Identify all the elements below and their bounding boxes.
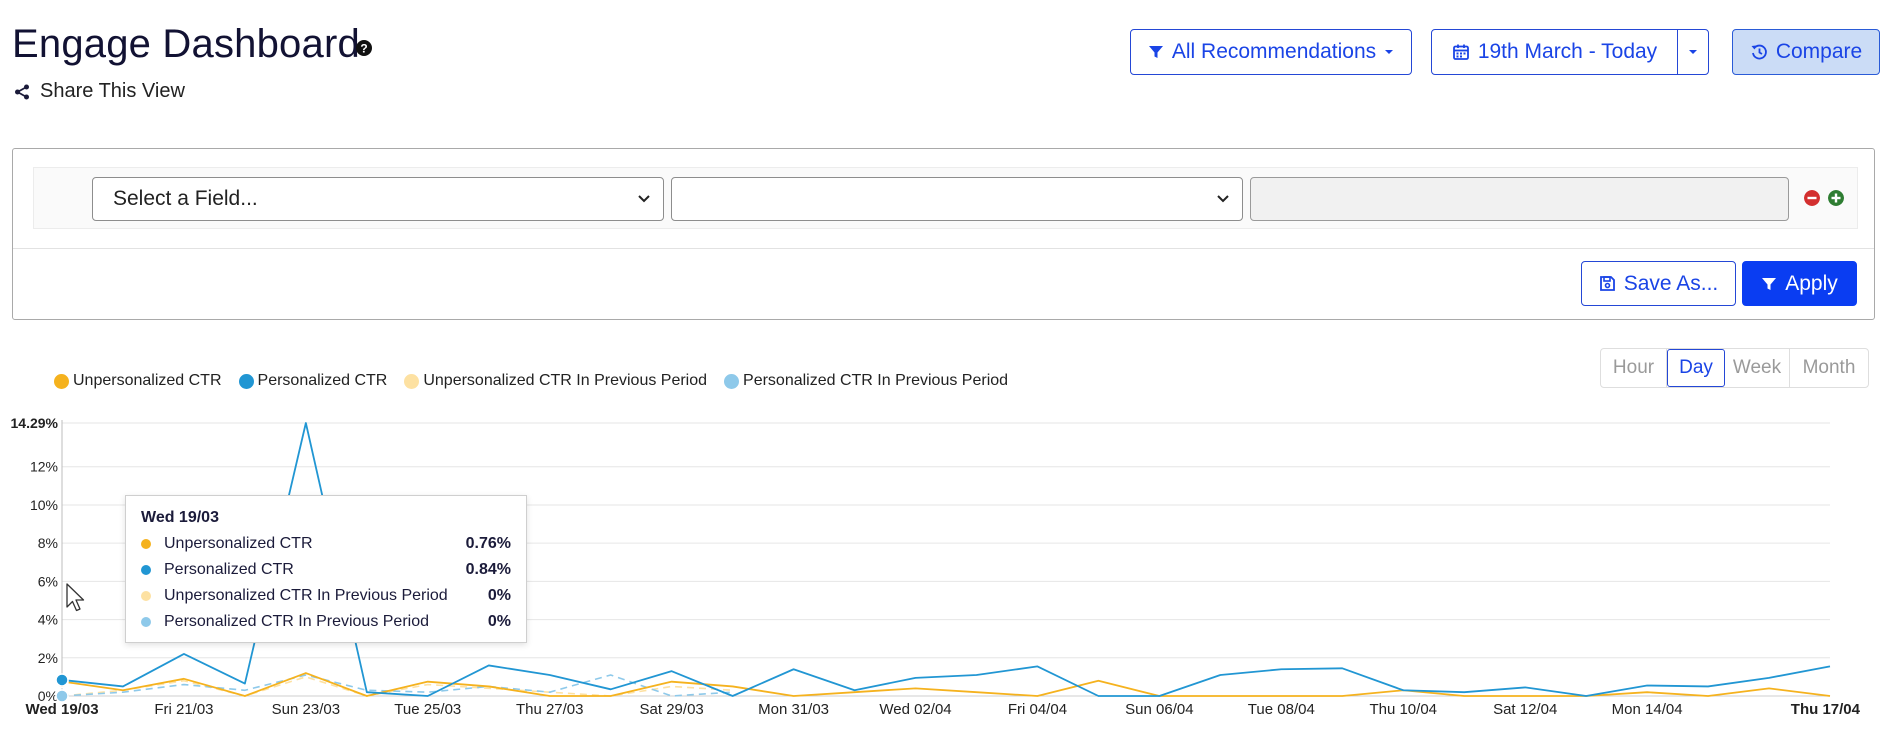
legend-item-unpersonalized-ctr[interactable]: Unpersonalized CTR xyxy=(54,372,222,390)
mouse-cursor-icon xyxy=(66,583,85,612)
date-range-button[interactable]: 19th March - Today xyxy=(1431,29,1678,75)
tooltip-dot xyxy=(141,565,151,575)
legend-label: Unpersonalized CTR In Previous Period xyxy=(423,372,708,389)
apply-label: Apply xyxy=(1785,271,1838,295)
tooltip-label: Unpersonalized CTR xyxy=(164,535,313,552)
caret-down-icon xyxy=(1689,50,1697,54)
x-tick-label: Sat 29/03 xyxy=(640,701,704,718)
y-tick-label: 4% xyxy=(38,612,58,628)
tooltip-title: Wed 19/03 xyxy=(141,509,219,526)
field-select[interactable]: Select a Field... xyxy=(92,177,664,221)
tooltip-dot xyxy=(141,539,151,549)
tooltip-value: 0% xyxy=(487,587,511,604)
chevron-down-icon xyxy=(1217,195,1229,203)
share-view-link[interactable]: Share This View xyxy=(14,80,185,103)
svg-text:?: ? xyxy=(360,42,367,56)
chart-legend: Unpersonalized CTR Personalized CTR Unpe… xyxy=(54,372,1008,390)
x-tick-label: Thu 17/04 xyxy=(1791,701,1861,718)
y-tick-label: 6% xyxy=(38,573,58,589)
x-tick-label: Thu 27/03 xyxy=(516,701,584,718)
x-tick-label: Fri 21/03 xyxy=(154,701,213,718)
compare-label: Compare xyxy=(1775,40,1863,63)
share-icon xyxy=(15,84,29,99)
filter-divider xyxy=(13,248,1874,249)
legend-dot xyxy=(404,373,420,389)
tooltip-value: 0.84% xyxy=(465,561,511,578)
x-tick-label: Tue 25/03 xyxy=(394,701,461,718)
tooltip-row: Unpersonalized CTR 0.76% xyxy=(141,534,511,554)
date-range-label: 19th March - Today xyxy=(1477,40,1658,63)
caret-down-icon xyxy=(1385,50,1394,54)
save-as-button[interactable]: Save As... xyxy=(1581,261,1736,306)
x-tick-label: Thu 10/04 xyxy=(1369,701,1437,718)
tooltip-row: Personalized CTR 0.84% xyxy=(141,560,511,580)
filter-panel: Select a Field... Save As... Apply xyxy=(12,148,1875,320)
period-month[interactable]: Month xyxy=(1790,349,1868,387)
tooltip-row: Personalized CTR In Previous Period 0% xyxy=(141,612,511,632)
x-tick-label: Tue 08/04 xyxy=(1248,701,1315,718)
tooltip-value: 0.76% xyxy=(465,535,511,552)
period-selector: Hour Day Week Month xyxy=(1600,348,1869,388)
tooltip-row: Unpersonalized CTR In Previous Period 0% xyxy=(141,586,511,606)
legend-item-personalized-ctr-previous[interactable]: Personalized CTR In Previous Period xyxy=(724,372,1008,390)
date-range-dropdown-toggle[interactable] xyxy=(1677,29,1709,75)
y-tick-label: 2% xyxy=(38,650,58,666)
x-tick-label: Sun 23/03 xyxy=(272,701,340,718)
compare-button[interactable]: Compare xyxy=(1732,29,1880,75)
period-hour[interactable]: Hour xyxy=(1601,349,1667,387)
tooltip-dot xyxy=(141,591,151,601)
history-icon xyxy=(1751,44,1767,60)
save-as-label: Save As... xyxy=(1623,271,1719,295)
operator-select[interactable] xyxy=(671,177,1243,221)
legend-dot xyxy=(238,373,254,389)
apply-button[interactable]: Apply xyxy=(1742,261,1857,306)
tooltip-label: Personalized CTR In Previous Period xyxy=(164,613,430,630)
x-tick-label: Mon 31/03 xyxy=(758,701,829,718)
legend-label: Unpersonalized CTR xyxy=(73,372,222,389)
filter-row: Select a Field... xyxy=(33,167,1858,229)
help-icon[interactable]: ? xyxy=(354,38,374,58)
filter-icon xyxy=(1148,46,1163,58)
x-tick-label: Wed 19/03 xyxy=(25,701,98,718)
tooltip-value: 0% xyxy=(487,613,511,630)
legend-label: Personalized CTR In Previous Period xyxy=(743,372,1009,389)
add-filter-icon[interactable] xyxy=(1828,190,1844,206)
data-point-marker xyxy=(55,689,69,703)
tooltip-dot xyxy=(141,617,151,627)
legend-item-unpersonalized-ctr-previous[interactable]: Unpersonalized CTR In Previous Period xyxy=(404,372,707,390)
x-tick-label: Wed 02/04 xyxy=(879,701,951,718)
legend-dot xyxy=(54,373,69,389)
field-select-value: Select a Field... xyxy=(113,187,258,210)
recommendations-filter-button[interactable]: All Recommendations xyxy=(1130,29,1412,75)
legend-dot xyxy=(724,373,740,389)
period-day[interactable]: Day xyxy=(1667,349,1725,387)
x-tick-label: Fri 04/04 xyxy=(1008,701,1067,718)
recommendations-label: All Recommendations xyxy=(1171,40,1377,63)
legend-item-personalized-ctr[interactable]: Personalized CTR xyxy=(238,372,388,390)
y-tick-label: 8% xyxy=(38,535,58,551)
y-tick-label: 12% xyxy=(30,459,58,475)
y-tick-label: 14.29% xyxy=(11,415,59,431)
chart-tooltip: Wed 19/03 Unpersonalized CTR 0.76% Perso… xyxy=(125,495,527,643)
y-tick-label: 10% xyxy=(30,497,58,513)
save-icon xyxy=(1599,276,1615,291)
data-point-marker xyxy=(55,673,69,687)
x-tick-label: Sat 12/04 xyxy=(1493,701,1557,718)
filter-value-input[interactable] xyxy=(1250,177,1789,221)
legend-label: Personalized CTR xyxy=(257,372,388,389)
filter-icon xyxy=(1762,277,1777,290)
chevron-down-icon xyxy=(638,195,650,203)
remove-filter-icon[interactable] xyxy=(1804,190,1820,206)
tooltip-label: Personalized CTR xyxy=(164,561,294,578)
share-view-label: Share This View xyxy=(40,80,185,102)
calendar-icon xyxy=(1452,44,1469,60)
period-week[interactable]: Week xyxy=(1725,349,1790,387)
x-tick-label: Sun 06/04 xyxy=(1125,701,1193,718)
tooltip-label: Unpersonalized CTR In Previous Period xyxy=(164,587,448,604)
page-title: Engage Dashboard xyxy=(12,22,360,66)
x-tick-label: Mon 14/04 xyxy=(1612,701,1683,718)
